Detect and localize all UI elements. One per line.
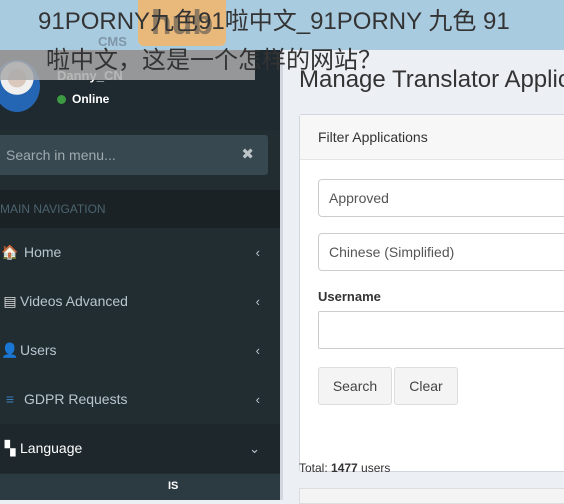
sidebar-item-users[interactable]: 👤 Users ‹ [0,326,280,375]
home-icon: 🏠 [1,244,19,260]
top-navbar: hub CMS [0,0,564,50]
language-icon: ▚ [4,440,16,456]
user-panel: Danny_CN Online [0,50,280,130]
submenu-text: IS [168,480,179,492]
search-button[interactable]: Search [318,367,392,405]
nav-header: MAIN NAVIGATION [0,190,280,228]
language-select[interactable]: Chinese (Simplified) [318,233,564,271]
chevron-down-icon: ⌄ [249,441,260,456]
database-icon: ≡ [5,391,15,407]
status-select[interactable]: Approved [318,179,564,217]
status-label: Online [72,92,110,106]
sidebar-item-label: Users [20,342,57,358]
sidebar-item-gdpr-requests[interactable]: ≡ GDPR Requests ‹ [0,375,280,424]
chevron-left-icon: ‹ [255,343,260,358]
total-prefix: Total: [299,461,332,475]
logo[interactable]: hub [138,0,226,46]
videos-icon: ▤ [3,293,17,309]
chevron-left-icon: ‹ [255,245,260,260]
sidebar-item-label: Videos Advanced [20,293,128,309]
logo-subtext: CMS [98,34,127,49]
user-status: Online [57,92,109,106]
sidebar-item-home[interactable]: 🏠 Home ‹ [0,228,280,277]
content-area: Manage Translator Applications Filter Ap… [280,50,564,504]
sidebar-item-label: Language [20,440,83,456]
online-status-icon [57,95,66,104]
sidebar-item-videos-advanced[interactable]: ▤ Videos Advanced ‹ [0,277,280,326]
search-input[interactable]: Search in menu... [6,135,116,175]
sidebar-search[interactable]: Search in menu... ✖ [0,135,268,175]
chevron-left-icon: ‹ [255,392,260,407]
clear-button[interactable]: Clear [394,367,458,405]
user-name: Danny_CN [57,68,123,83]
username-input[interactable] [318,311,564,349]
total-suffix: users [357,461,391,475]
filter-box-header: Filter Applications [300,115,564,160]
filter-box: Filter Applications Approved Chinese (Si… [299,114,564,472]
page-title: Manage Translator Applications [299,66,564,93]
sidebar-item-label: GDPR Requests [24,391,128,407]
sidebar-item-label: Home [24,244,62,260]
sidebar-item-language[interactable]: ▚ Language ⌄ [0,424,280,473]
chevron-left-icon: ‹ [255,294,260,309]
clear-search-icon[interactable]: ✖ [241,135,254,175]
sidebar: Danny_CN Online Search in menu... ✖ MAIN… [0,50,280,500]
table-header [299,488,564,504]
avatar [0,60,40,112]
total-number: 1477 [331,461,358,475]
submenu: IS [0,474,280,500]
sidebar-menu: 🏠 Home ‹ ▤ Videos Advanced ‹ 👤 Users ‹ ≡ GDPR R… [0,228,280,473]
username-label: Username [318,289,381,304]
total-count: Total: 1477 users [299,461,390,475]
user-icon: 👤 [1,342,19,358]
